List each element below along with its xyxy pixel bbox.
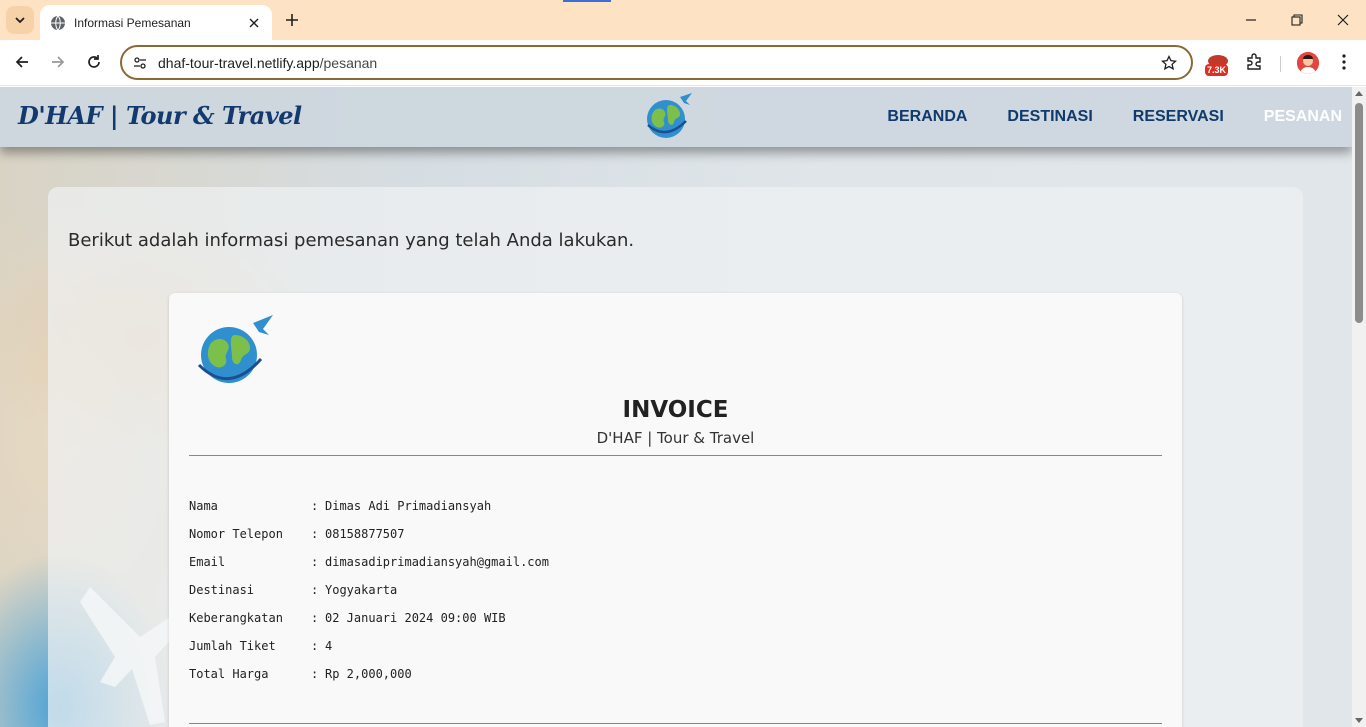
detail-value: 08158877507: [325, 527, 405, 541]
url-text: dhaf-tour-travel.netlify.app/pesanan: [158, 55, 1159, 71]
page-viewport: D'HAF | Tour & Travel BERANDA DESTINASI …: [0, 87, 1352, 727]
minimize-icon[interactable]: [1228, 0, 1274, 40]
globe-logo-icon[interactable]: [640, 91, 694, 143]
address-bar[interactable]: dhaf-tour-travel.netlify.app/pesanan: [120, 45, 1193, 80]
restore-icon[interactable]: [1274, 0, 1320, 40]
nav-destinasi[interactable]: DESTINASI: [1007, 108, 1092, 126]
detail-label: Destinasi: [189, 583, 255, 597]
detail-value: 4: [325, 639, 333, 653]
site-settings-icon[interactable]: [132, 55, 148, 71]
browser-tab[interactable]: Informasi Pemesanan: [40, 5, 272, 40]
detail-label: Jumlah Tiket: [189, 639, 276, 653]
profile-avatar[interactable]: [1297, 52, 1319, 74]
close-icon[interactable]: [244, 13, 264, 33]
nav-beranda[interactable]: BERANDA: [887, 108, 967, 126]
main-nav: BERANDA DESTINASI RESERVASI PESANAN: [887, 87, 1342, 147]
kebab-menu-icon[interactable]: [1332, 50, 1356, 74]
detail-label: Keberangkatan: [189, 611, 283, 625]
detail-separator: :: [311, 639, 319, 653]
extension-icon[interactable]: 7.3K: [1205, 54, 1231, 78]
detail-row-keberangkatan: Keberangkatan:02 Januari 2024 09:00 WIB: [189, 611, 549, 639]
detail-label: Total Harga: [189, 667, 269, 681]
page-scrollbar[interactable]: [1352, 87, 1366, 727]
detail-row-email: Email: dimasadiprimadiansyah@gmail.com: [189, 555, 549, 583]
detail-value: Rp 2,000,000: [325, 667, 412, 681]
detail-separator: :: [311, 555, 319, 569]
detail-row-jumlah-tiket: Jumlah Tiket:4: [189, 639, 549, 667]
detail-separator: :: [311, 611, 319, 625]
close-window-icon[interactable]: [1320, 0, 1366, 40]
plus-icon[interactable]: [280, 8, 304, 32]
extension-badge: 7.3K: [1205, 64, 1229, 76]
browser-toolbar: dhaf-tour-travel.netlify.app/pesanan 7.3…: [0, 40, 1366, 86]
detail-row-total-harga: Total Harga: Rp 2,000,000: [189, 667, 549, 695]
reload-icon[interactable]: [80, 48, 108, 76]
star-icon[interactable]: [1159, 53, 1179, 73]
detail-separator: :: [311, 667, 319, 681]
globe-icon: [50, 15, 66, 31]
detail-value: 02 Januari 2024 09:00 WIB: [325, 611, 506, 625]
detail-separator: :: [311, 583, 319, 597]
url-host: dhaf-tour-travel.netlify.app: [158, 54, 320, 71]
tab-strip: Informasi Pemesanan: [0, 0, 1366, 40]
invoice-card: INVOICE D'HAF | Tour & Travel Nama: Dimas…: [169, 293, 1182, 727]
nav-pesanan[interactable]: PESANAN: [1264, 108, 1342, 126]
detail-label: Nama: [189, 499, 218, 513]
content-card: Berikut adalah informasi pemesanan yang …: [48, 187, 1303, 727]
invoice-bottom-divider: [189, 723, 1162, 724]
tab-title: Informasi Pemesanan: [74, 15, 191, 30]
scroll-up-icon[interactable]: [1355, 91, 1363, 96]
toolbar-divider: [1280, 56, 1281, 72]
invoice-details: Nama: Dimas Adi Primadiansyah Nomor Telep…: [189, 499, 549, 695]
scroll-down-icon[interactable]: [1355, 718, 1363, 723]
detail-row-destinasi: Destinasi: Yogyakarta: [189, 583, 549, 611]
invoice-logo-icon: [197, 315, 273, 383]
site-header: D'HAF | Tour & Travel BERANDA DESTINASI …: [0, 87, 1352, 147]
tab-indicator: [563, 0, 611, 2]
detail-row-nama: Nama: Dimas Adi Primadiansyah: [189, 499, 549, 527]
invoice-divider: [189, 455, 1162, 456]
brand-logo[interactable]: D'HAF | Tour & Travel: [18, 101, 302, 130]
tab-search-icon[interactable]: [6, 6, 34, 34]
detail-value: Yogyakarta: [325, 583, 398, 597]
url-path: /pesanan: [319, 54, 378, 71]
invoice-title: INVOICE: [622, 397, 729, 423]
detail-label: Email: [189, 555, 226, 569]
back-icon[interactable]: [8, 48, 36, 76]
detail-value: dimasadiprimadiansyah@gmail.com: [325, 555, 549, 569]
nav-reservasi[interactable]: RESERVASI: [1133, 108, 1224, 126]
detail-row-telepon: Nomor Telepon:08158877507: [189, 527, 549, 555]
detail-label: Nomor Telepon: [189, 527, 283, 541]
puzzle-icon[interactable]: [1242, 50, 1266, 74]
detail-separator: :: [311, 527, 319, 541]
scrollbar-thumb[interactable]: [1355, 103, 1363, 323]
detail-value: Dimas Adi Primadiansyah: [325, 499, 492, 513]
invoice-subtitle: D'HAF | Tour & Travel: [596, 429, 755, 447]
forward-icon[interactable]: [44, 48, 72, 76]
detail-separator: :: [311, 499, 319, 513]
intro-text: Berikut adalah informasi pemesanan yang …: [68, 230, 635, 251]
